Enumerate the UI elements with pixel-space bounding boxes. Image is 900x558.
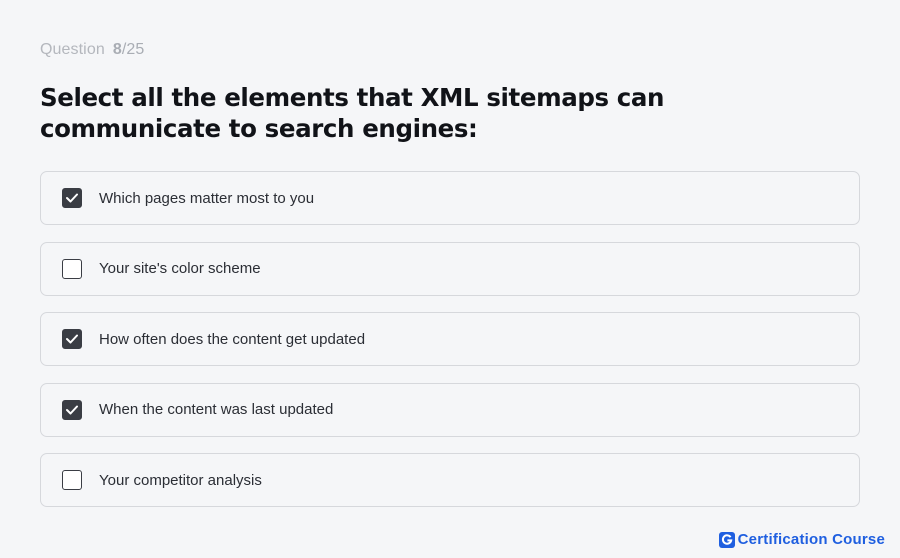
checkmark-icon bbox=[66, 405, 78, 414]
brand-logo: Certification Course bbox=[718, 531, 885, 548]
answer-option[interactable]: Your competitor analysis bbox=[40, 453, 860, 507]
checkmark-icon bbox=[66, 334, 78, 344]
answer-option[interactable]: When the content was last updated bbox=[40, 382, 860, 437]
checkbox[interactable] bbox=[62, 399, 82, 420]
question-progress: Question 8/25 bbox=[40, 40, 860, 60]
answer-options: Which pages matter most to you Your site… bbox=[40, 171, 860, 507]
answer-option[interactable]: Which pages matter most to you bbox=[40, 171, 860, 225]
progress-count: 8/25 bbox=[113, 41, 145, 58]
answer-option[interactable]: How often does the content get updated bbox=[40, 312, 860, 366]
answer-option[interactable]: Your site's color scheme bbox=[40, 241, 860, 296]
progress-total: /25 bbox=[121, 41, 145, 58]
checkbox[interactable] bbox=[62, 470, 82, 490]
progress-label: Question bbox=[40, 41, 105, 58]
g-logo-icon bbox=[718, 531, 735, 548]
option-label: When the content was last updated bbox=[99, 401, 334, 418]
option-label: Which pages matter most to you bbox=[99, 189, 315, 207]
question-text: Select all the elements that XML sitemap… bbox=[40, 83, 665, 143]
option-label: Your site's color scheme bbox=[99, 260, 261, 277]
brand-name: Certification Course bbox=[737, 531, 885, 548]
option-label: How often does the content get updated bbox=[99, 330, 366, 348]
quiz-page: Question 8/25 Select all the elements tha… bbox=[0, 0, 900, 558]
option-label: Your competitor analysis bbox=[99, 471, 262, 489]
checkbox[interactable] bbox=[62, 188, 82, 208]
checkbox[interactable] bbox=[62, 258, 82, 279]
progress-current: 8 bbox=[112, 41, 122, 58]
checkbox[interactable] bbox=[62, 329, 82, 349]
checkmark-icon bbox=[66, 193, 78, 203]
